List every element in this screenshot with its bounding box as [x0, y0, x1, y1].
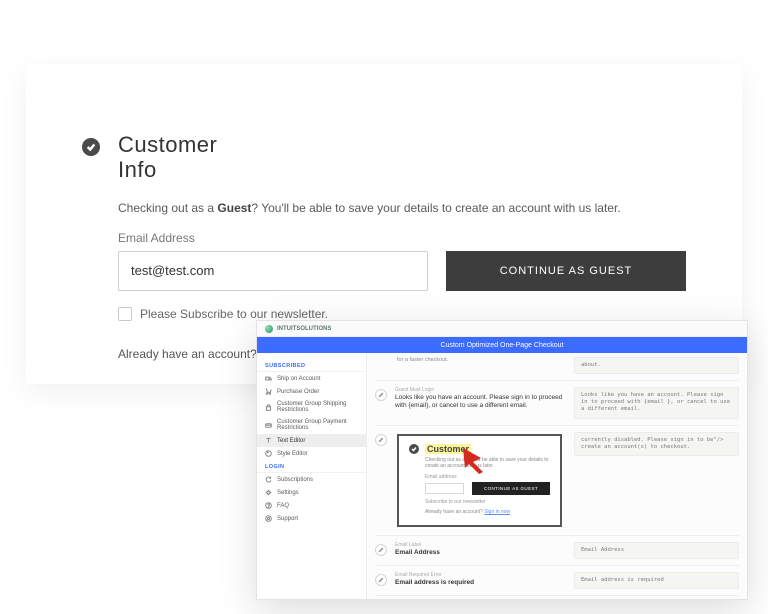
- check-icon: [82, 138, 100, 156]
- config-code: Email Address: [574, 542, 739, 559]
- refresh-icon: [265, 476, 272, 483]
- subscribe-checkbox[interactable]: [118, 307, 132, 321]
- edit-icon[interactable]: [375, 544, 387, 556]
- subscribe-row[interactable]: Please Subscribe to our newsletter.: [118, 307, 686, 321]
- admin-sidebar: SUBSCRIBED Ship on Account Purchase Orde…: [257, 353, 367, 599]
- sidebar-item-style-editor[interactable]: Style Editor: [257, 447, 366, 460]
- sidebar-item-faq[interactable]: FAQ: [257, 499, 366, 512]
- sidebar-item-text-editor[interactable]: Text Editor: [257, 434, 366, 447]
- sidebar-item-subscriptions[interactable]: Subscriptions: [257, 473, 366, 486]
- step-title-line1: Customer: [118, 132, 217, 157]
- step-header: Customer Info: [82, 132, 686, 183]
- config-row-partial: for a faster checkout. about.: [375, 357, 739, 381]
- sidebar-section-login: LOGIN: [257, 460, 366, 473]
- config-partial-text: for a faster checkout.: [397, 357, 566, 363]
- edit-icon[interactable]: [375, 389, 387, 401]
- email-label: Email Address: [118, 231, 686, 245]
- edit-icon[interactable]: [375, 434, 387, 446]
- customer-preview: Customer Checking out as a Guest be able…: [397, 434, 562, 527]
- subscribe-label: Please Subscribe to our newsletter.: [140, 307, 328, 321]
- edit-icon[interactable]: [375, 574, 387, 586]
- admin-header: Custom Optimized One-Page Checkout: [257, 337, 747, 353]
- globe-icon: [265, 325, 273, 333]
- text-icon: [265, 437, 272, 444]
- brand-label: INTUITSOLUTIONS: [277, 326, 331, 332]
- admin-panel: INTUITSOLUTIONS Custom Optimized One-Pag…: [256, 320, 748, 600]
- sidebar-item-purchase-order[interactable]: Purchase Order: [257, 385, 366, 398]
- config-partial-code: about.: [574, 357, 739, 374]
- continue-as-guest-button[interactable]: CONTINUE AS GUEST: [446, 251, 686, 291]
- config-row-customer: Customer Checking out as a Guest be able…: [375, 426, 739, 536]
- gear-icon: [265, 489, 272, 496]
- preview-email-label: Email address: [425, 474, 550, 480]
- config-row-trailing: Email Format Error: [375, 596, 739, 599]
- preview-continue-button[interactable]: CONTINUE AS GUEST: [472, 482, 550, 495]
- check-icon: [409, 444, 419, 454]
- sidebar-section-subscribed: SUBSCRIBED: [257, 359, 366, 372]
- config-row-email-required: Email Required Error Email address is re…: [375, 566, 739, 596]
- truck-icon: [265, 375, 272, 382]
- config-row-guest-login: Guest Must Login Looks like you have an …: [375, 381, 739, 425]
- palette-icon: [265, 450, 272, 457]
- step-title: Customer Info: [118, 132, 217, 183]
- config-code: Looks like you have an account. Please s…: [574, 387, 739, 418]
- email-row: CONTINUE AS GUEST: [118, 251, 686, 291]
- config-code: currently disabled. Please sign in to be…: [574, 432, 739, 456]
- admin-brandbar: INTUITSOLUTIONS: [257, 321, 747, 337]
- preview-signin: Already have an account? Sign in now: [425, 509, 550, 515]
- config-code: Email address is required: [574, 572, 739, 589]
- preview-signin-link[interactable]: Sign in now: [484, 509, 510, 515]
- guest-hint: Checking out as a Guest? You'll be able …: [118, 201, 686, 215]
- email-input[interactable]: [118, 251, 428, 291]
- support-icon: [265, 515, 272, 522]
- card-icon: [265, 422, 272, 429]
- help-icon: [265, 502, 272, 509]
- sidebar-item-group-payment[interactable]: Customer Group Payment Restrictions: [257, 416, 366, 434]
- cart-icon: [265, 388, 272, 395]
- config-row-email-label: Email Label Email Address Email Address: [375, 536, 739, 566]
- lock-icon: [265, 404, 272, 411]
- preview-email-input[interactable]: [425, 483, 464, 494]
- sidebar-item-ship-on-account[interactable]: Ship on Account: [257, 372, 366, 385]
- step-title-line2: Info: [118, 157, 157, 182]
- admin-content: for a faster checkout. about. Guest Must…: [367, 353, 747, 599]
- sidebar-item-support[interactable]: Support: [257, 512, 366, 525]
- sidebar-item-group-shipping[interactable]: Customer Group Shipping Restrictions: [257, 398, 366, 416]
- admin-body: SUBSCRIBED Ship on Account Purchase Orde…: [257, 353, 747, 599]
- arrow-icon: [459, 444, 499, 474]
- sidebar-item-settings[interactable]: Settings: [257, 486, 366, 499]
- preview-subscribe: Subscribe to our newsletter: [425, 499, 550, 505]
